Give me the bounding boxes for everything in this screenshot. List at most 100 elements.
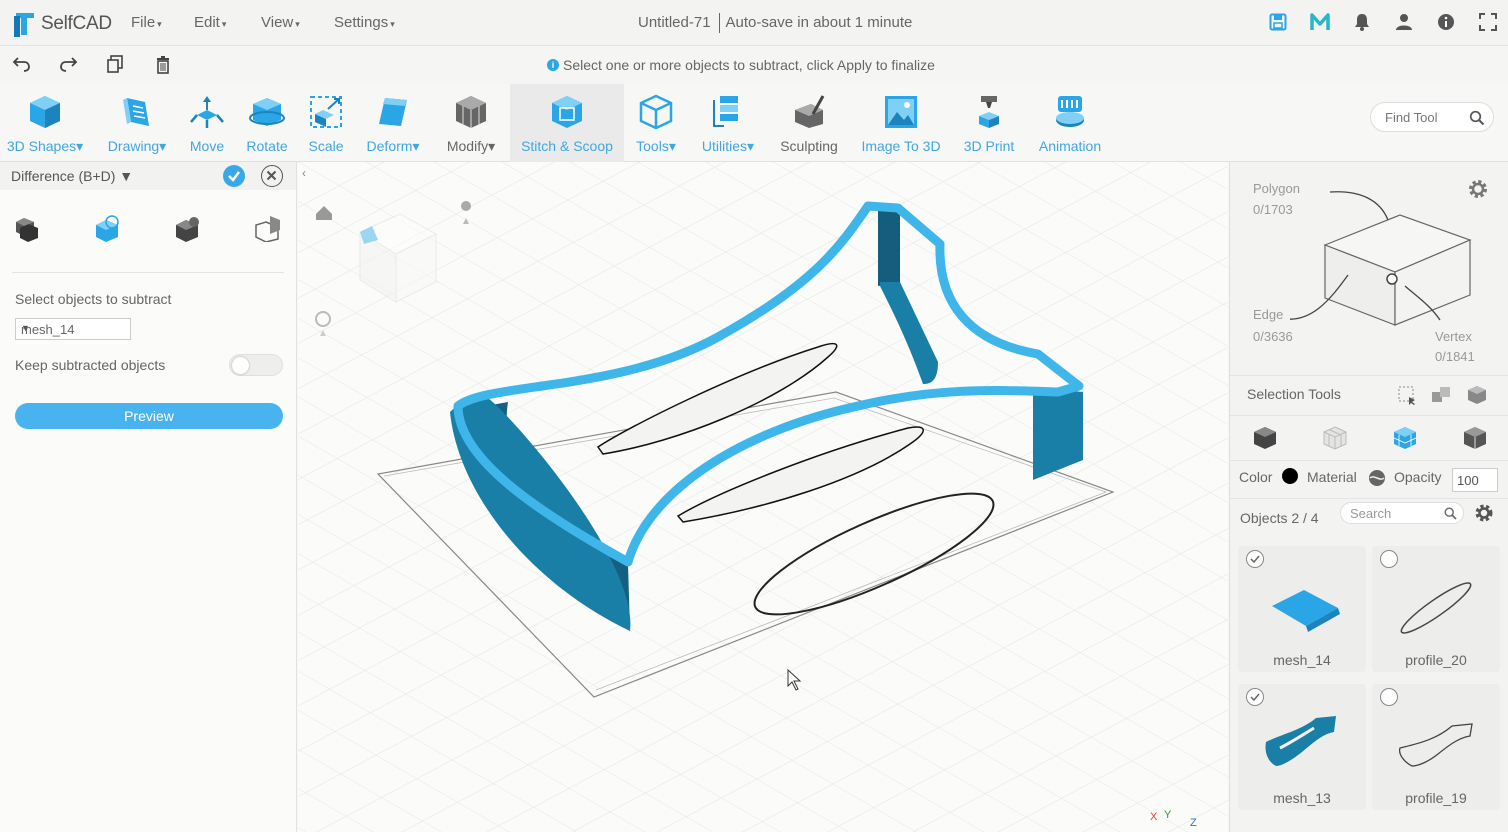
mesh-back-wall [878, 206, 900, 286]
object-card-mesh-13[interactable]: mesh_13 [1238, 684, 1366, 810]
select-object-mode-icon[interactable] [1252, 425, 1278, 451]
divider [1230, 460, 1508, 461]
menu-bar: SelfCAD File ▾ Edit ▾ View ▾ Settings ▾ Unti… [0, 0, 1508, 46]
tool-move[interactable]: Move [184, 84, 230, 162]
operation-title[interactable]: Difference (B+D) ▼ [11, 168, 133, 184]
modify-icon [456, 96, 486, 128]
select-vertex-mode-icon[interactable] [1462, 425, 1488, 451]
tool-3d-shapes[interactable]: 3D Shapes▾ [4, 84, 86, 162]
title-separator [718, 13, 720, 33]
color-swatch[interactable] [1282, 468, 1298, 484]
object-card-profile-20[interactable]: profile_20 [1372, 546, 1500, 672]
select-edge-mode-icon[interactable] [1392, 425, 1418, 451]
select-polygon-mode-icon[interactable] [1322, 425, 1348, 451]
menu-edit-label: Edit [194, 14, 220, 31]
subtract-object-select[interactable]: mesh_14 ▼ [15, 318, 131, 340]
drawing-icon [123, 98, 149, 126]
action-bar: i Select one or more objects to subtract… [0, 46, 1508, 84]
image-icon [885, 96, 917, 128]
tools-icon [639, 94, 673, 130]
select-all-icon[interactable] [1466, 384, 1488, 406]
tool-image-to-3d[interactable]: Image To 3D [856, 84, 946, 162]
user-icon[interactable] [1394, 12, 1414, 32]
tool-modify[interactable]: Modify▾ [440, 84, 502, 162]
tool-scale[interactable]: Scale [304, 84, 348, 162]
tool-tools-label: Tools [636, 138, 669, 154]
chevron-down-icon: ▾ [295, 19, 300, 29]
keep-subtracted-label: Keep subtracted objects [15, 357, 166, 373]
tool-label: 3D Shapes▾ [6, 138, 84, 154]
cancel-button[interactable] [261, 165, 283, 187]
apply-button[interactable] [223, 165, 245, 187]
tool-sculpting-label: Sculpting [780, 138, 838, 154]
3d-viewport[interactable]: ‹ X Y Z [298, 162, 1228, 832]
preview-button[interactable]: Preview [15, 403, 283, 429]
redo-icon[interactable] [58, 54, 78, 74]
menu-settings-label: Settings [334, 14, 389, 31]
object-card-profile-19[interactable]: profile_19 [1372, 684, 1500, 810]
boolean-difference-icon[interactable] [94, 214, 122, 242]
tool-stitch-scoop[interactable]: Stitch & Scoop [510, 84, 624, 162]
undo-icon[interactable] [12, 54, 32, 74]
scene-canvas: X Y Z [298, 162, 1228, 832]
tool-sculpting[interactable]: Sculpting [774, 84, 844, 162]
axis-x-label: X [1150, 811, 1158, 823]
menu-edit[interactable]: Edit ▾ [194, 14, 226, 31]
copy-icon[interactable] [105, 54, 125, 74]
gear-icon[interactable] [1473, 502, 1495, 524]
axis-y-label: Y [1164, 809, 1172, 821]
menu-file[interactable]: File ▾ [131, 14, 162, 31]
boolean-union-icon[interactable] [14, 214, 42, 242]
autosave-status: Auto-save in about 1 minute [725, 14, 913, 31]
tool-animation[interactable]: Animation [1032, 84, 1108, 162]
mesh-thumbnail [1272, 590, 1340, 632]
save-icon[interactable] [1268, 12, 1288, 32]
fullscreen-icon[interactable] [1478, 12, 1498, 32]
opacity-input[interactable]: 100 [1452, 468, 1498, 492]
properties-panel: Polygon 0/1703 Edge 0/3636 Vertex 0/1841… [1229, 162, 1508, 832]
tool-label: Tools▾ [636, 138, 676, 154]
object-card-mesh-14[interactable]: mesh_14 [1238, 546, 1366, 672]
logo-text: SelfCAD [41, 13, 112, 34]
tool-label: Modify▾ [446, 138, 496, 154]
boolean-intersection-icon[interactable] [174, 214, 202, 242]
material-label: Material [1307, 469, 1357, 485]
checkmark-icon [1250, 555, 1260, 564]
document-name[interactable]: Untitled-71 [638, 14, 711, 33]
opacity-value: 100 [1457, 473, 1479, 488]
color-label: Color [1239, 469, 1273, 485]
edge-label: Edge [1253, 307, 1284, 322]
find-tool-placeholder: Find Tool [1385, 110, 1438, 125]
opacity-label: Opacity [1394, 469, 1442, 485]
divider [1230, 375, 1508, 376]
boolean-split-icon[interactable] [254, 214, 282, 242]
menu-view[interactable]: View ▾ [261, 14, 300, 31]
keep-subtracted-toggle[interactable] [229, 354, 283, 376]
tool-deform[interactable]: Deform▾ [360, 84, 426, 162]
tool-utilities-label: Utilities [701, 138, 748, 154]
tool-drawing[interactable]: Drawing▾ [102, 84, 172, 162]
divider [1230, 415, 1508, 416]
info-icon[interactable] [1436, 12, 1456, 32]
tool-3d-print[interactable]: 3D Print [958, 84, 1020, 162]
select-rectangle-icon[interactable] [1396, 384, 1418, 406]
menu-settings[interactable]: Settings ▾ [334, 14, 395, 31]
selfcad-logo[interactable]: SelfCAD [12, 10, 112, 38]
tool-tools[interactable]: Tools▾ [630, 84, 682, 162]
object-name: mesh_13 [1273, 790, 1331, 806]
main-toolbar: 3D Shapes▾ Drawing▾ Move Rotate Scale De… [0, 84, 1508, 162]
cube-icon [30, 96, 60, 128]
find-tool-input[interactable]: Find Tool [1370, 102, 1494, 132]
tool-rotate[interactable]: Rotate [242, 84, 292, 162]
collapse-panel-icon[interactable]: ‹ [302, 166, 306, 180]
m-icon[interactable] [1310, 12, 1330, 32]
bell-icon[interactable] [1352, 12, 1372, 32]
object-search-input[interactable]: Search [1340, 502, 1464, 524]
instruction-hint: i Select one or more objects to subtract… [547, 57, 935, 73]
tool-3d-shapes-label: 3D Shapes [6, 138, 77, 154]
printer-icon [979, 96, 999, 128]
material-icon[interactable] [1368, 469, 1386, 487]
trash-icon[interactable] [153, 54, 173, 74]
select-cubes-icon[interactable] [1430, 384, 1452, 406]
tool-utilities[interactable]: Utilities▾ [694, 84, 762, 162]
